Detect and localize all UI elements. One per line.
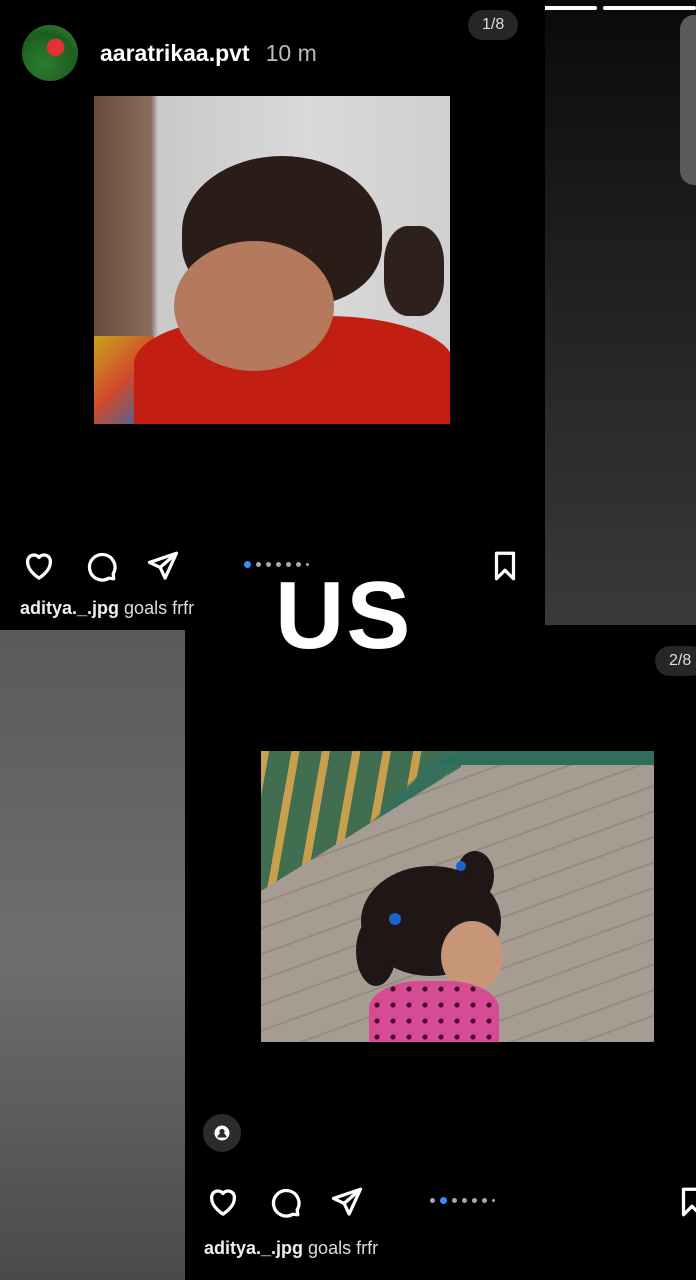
progress-segment (602, 6, 696, 10)
comment-icon[interactable] (84, 549, 118, 583)
comment-icon[interactable] (268, 1185, 302, 1219)
photo-detail (174, 241, 334, 371)
photo-detail (369, 981, 499, 1042)
slide-counter: 2/8 (655, 646, 696, 676)
carousel-dot (482, 1198, 487, 1203)
next-story-preview[interactable] (680, 15, 696, 185)
post-caption: aditya._.jpg goals frfr (20, 598, 194, 619)
post-actions (22, 549, 180, 583)
carousel-dot (430, 1198, 435, 1203)
bookmark-icon[interactable] (675, 1185, 696, 1219)
background-gradient (545, 0, 696, 625)
caption-text: goals frfr (308, 1238, 379, 1258)
post-caption: aditya._.jpg goals frfr (204, 1238, 378, 1259)
post-photo[interactable] (94, 96, 450, 424)
background-gradient (0, 630, 185, 1280)
post-photo[interactable] (261, 751, 654, 1042)
carousel-dot (244, 561, 251, 568)
story-text-overlay: US (275, 562, 413, 669)
caption-username[interactable]: aditya._.jpg (20, 598, 119, 618)
carousel-dot (266, 562, 271, 567)
caption-username[interactable]: aditya._.jpg (204, 1238, 303, 1258)
avatar[interactable] (22, 25, 78, 81)
heart-icon[interactable] (206, 1185, 240, 1219)
bookmark-icon[interactable] (488, 549, 522, 583)
story-viewer[interactable]: aaratrikaa.pvt 10 m 1/8 aditya._.jpg goa… (0, 0, 696, 1280)
caption-text: goals frfr (124, 598, 195, 618)
carousel-dot (462, 1198, 467, 1203)
shared-post-1[interactable]: aaratrikaa.pvt 10 m 1/8 aditya._.jpg goa… (0, 0, 545, 625)
post-header: aaratrikaa.pvt 10 m (22, 25, 317, 81)
carousel-dots (430, 1197, 495, 1204)
photo-detail (384, 226, 444, 316)
carousel-dot (472, 1198, 477, 1203)
carousel-dot (492, 1199, 495, 1202)
shared-post-2[interactable]: 2/8 aditya._.jpg goals frfr (185, 630, 696, 1280)
carousel-dot (452, 1198, 457, 1203)
account-icon[interactable] (203, 1114, 241, 1152)
send-icon[interactable] (330, 1185, 364, 1219)
photo-detail (389, 913, 401, 925)
slide-counter: 1/8 (468, 10, 519, 40)
photo-detail (456, 861, 466, 871)
send-icon[interactable] (146, 549, 180, 583)
carousel-dot (440, 1197, 447, 1204)
carousel-dot (256, 562, 261, 567)
username[interactable]: aaratrikaa.pvt (100, 40, 250, 67)
post-time: 10 m (265, 39, 317, 66)
heart-icon[interactable] (22, 549, 56, 583)
post-actions (206, 1185, 364, 1219)
